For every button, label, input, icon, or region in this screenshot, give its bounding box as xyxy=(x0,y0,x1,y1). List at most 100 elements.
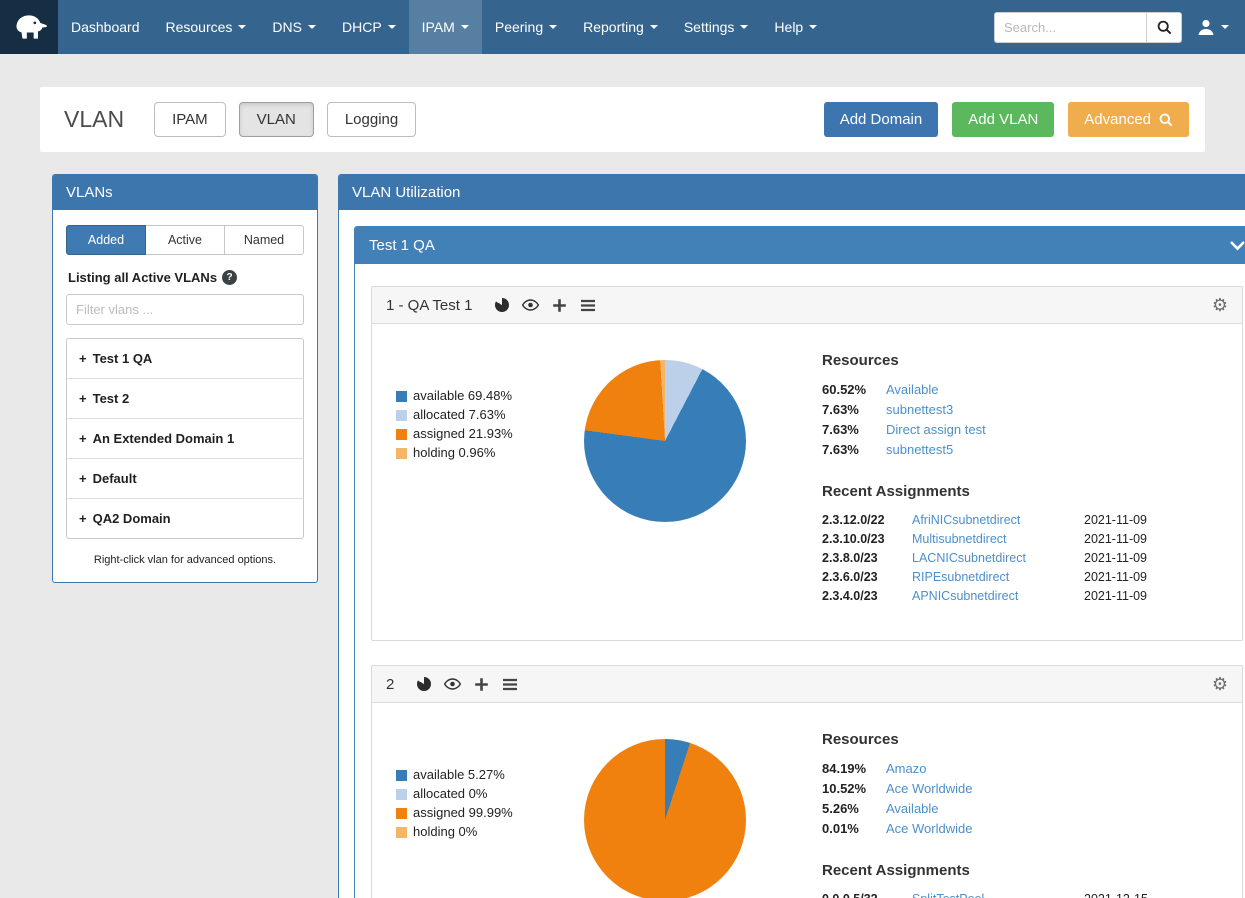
nav-help[interactable]: Help xyxy=(761,0,830,54)
resource-link[interactable]: subnettest3 xyxy=(886,402,953,417)
toggle-active[interactable]: Active xyxy=(146,225,225,255)
legend-label: available 69.48% xyxy=(413,388,512,404)
domain-header-test1qa[interactable]: Test 1 QA xyxy=(355,227,1245,264)
vlan-utilization-header: VLAN Utilization xyxy=(339,175,1245,210)
legend-item-available: available 5.27% xyxy=(396,767,584,783)
resources-column: Resources 84.19%Amazo 10.52%Ace Worldwid… xyxy=(822,731,1222,898)
plus-icon[interactable] xyxy=(552,298,567,313)
resource-percent: 0.01% xyxy=(822,821,886,836)
assignment-link[interactable]: AfriNICsubnetdirect xyxy=(912,513,1020,527)
toggle-added[interactable]: Added xyxy=(66,225,146,255)
caret-down-icon xyxy=(809,25,817,29)
assignment-cidr: 2.3.4.0/23 xyxy=(822,589,912,603)
gear-icon[interactable]: ⚙ xyxy=(1212,296,1228,314)
nav-dns[interactable]: DNS xyxy=(259,0,329,54)
nav-settings[interactable]: Settings xyxy=(671,0,762,54)
menu-icon[interactable] xyxy=(580,299,596,312)
resource-link[interactable]: Ace Worldwide xyxy=(886,781,972,796)
plus-icon[interactable] xyxy=(474,677,489,692)
assignment-link[interactable]: SplitTestPool xyxy=(912,892,984,898)
search-icon xyxy=(1157,20,1172,35)
resource-row: 5.26%Available xyxy=(822,801,1222,816)
user-menu[interactable] xyxy=(1182,0,1245,54)
caret-down-icon xyxy=(388,25,396,29)
assignment-date: 2021-11-09 xyxy=(1084,532,1164,546)
nav-label: IPAM xyxy=(422,0,455,54)
vlan-list-item-extended-domain-1[interactable]: +An Extended Domain 1 xyxy=(67,419,303,459)
search-input[interactable] xyxy=(994,12,1146,43)
nav-dhcp[interactable]: DHCP xyxy=(329,0,409,54)
pie-chart-icon[interactable] xyxy=(417,677,431,691)
add-vlan-button[interactable]: Add VLAN xyxy=(952,102,1054,137)
resource-link[interactable]: Ace Worldwide xyxy=(886,821,972,836)
navbar: Dashboard Resources DNS DHCP IPAM Peerin… xyxy=(0,0,1245,54)
eye-icon[interactable] xyxy=(444,678,461,690)
toggle-named[interactable]: Named xyxy=(225,225,304,255)
recent-assignments-heading: Recent Assignments xyxy=(822,862,1222,879)
resource-link[interactable]: Available xyxy=(886,801,939,816)
vlan-list: +Test 1 QA +Test 2 +An Extended Domain 1… xyxy=(66,338,304,539)
chevron-down-icon[interactable] xyxy=(1230,241,1245,251)
assignment-date: 2021-12-15 xyxy=(1084,892,1164,898)
assignment-link[interactable]: APNICsubnetdirect xyxy=(912,589,1018,603)
resource-link[interactable]: Available xyxy=(886,382,939,397)
recent-assignments-heading: Recent Assignments xyxy=(822,483,1222,500)
listing-label: Listing all Active VLANs ? xyxy=(68,270,304,285)
vlan-list-item-test2[interactable]: +Test 2 xyxy=(67,379,303,419)
eye-icon[interactable] xyxy=(522,299,539,311)
resource-link[interactable]: Direct assign test xyxy=(886,422,986,437)
nav-resources[interactable]: Resources xyxy=(153,0,260,54)
vlan-name: Default xyxy=(93,471,137,486)
tab-ipam[interactable]: IPAM xyxy=(154,102,226,137)
elephant-icon xyxy=(9,7,49,47)
menu-icon[interactable] xyxy=(502,678,518,691)
vlan-section-2: 2 ⚙ available 5.27% allocated 0% assi xyxy=(371,665,1243,898)
legend-swatch xyxy=(396,391,407,402)
brand-logo[interactable] xyxy=(0,0,58,54)
legend-swatch xyxy=(396,808,407,819)
expand-icon: + xyxy=(79,471,87,486)
vlan-filter-toggle-group: Added Active Named xyxy=(66,225,304,255)
tab-logging[interactable]: Logging xyxy=(327,102,416,137)
vlan-filter-input[interactable] xyxy=(66,294,304,325)
resource-percent: 5.26% xyxy=(822,801,886,816)
assignment-link[interactable]: Multisubnetdirect xyxy=(912,532,1007,546)
legend-swatch xyxy=(396,448,407,459)
nav-peering[interactable]: Peering xyxy=(482,0,570,54)
nav-ipam[interactable]: IPAM xyxy=(409,0,482,54)
legend-label: allocated 0% xyxy=(413,786,487,802)
nav-dashboard[interactable]: Dashboard xyxy=(58,0,153,54)
advanced-button[interactable]: Advanced xyxy=(1068,102,1189,137)
assignment-row: 0.0.0.5/32SplitTestPool2021-12-15 xyxy=(822,892,1222,898)
resource-row: 7.63%Direct assign test xyxy=(822,422,1222,437)
add-domain-button[interactable]: Add Domain xyxy=(824,102,939,137)
domain-title: Test 1 QA xyxy=(369,237,435,254)
search-button[interactable] xyxy=(1146,12,1182,43)
assignment-link[interactable]: RIPEsubnetdirect xyxy=(912,570,1009,584)
nav-label: Resources xyxy=(166,0,233,54)
nav-reporting[interactable]: Reporting xyxy=(570,0,671,54)
tab-vlan[interactable]: VLAN xyxy=(239,102,314,137)
assignment-row: 2.3.8.0/23LACNICsubnetdirect2021-11-09 xyxy=(822,551,1222,565)
assignment-link[interactable]: LACNICsubnetdirect xyxy=(912,551,1026,565)
resource-percent: 7.63% xyxy=(822,422,886,437)
pie-chart-icon[interactable] xyxy=(495,298,509,312)
chart-legend: available 5.27% allocated 0% assigned 99… xyxy=(396,767,584,898)
resource-percent: 10.52% xyxy=(822,781,886,796)
caret-down-icon xyxy=(238,25,246,29)
vlan-list-item-default[interactable]: + Default xyxy=(67,459,303,499)
legend-swatch xyxy=(396,429,407,440)
resource-link[interactable]: Amazo xyxy=(886,761,926,776)
assignment-row: 2.3.12.0/22AfriNICsubnetdirect2021-11-09 xyxy=(822,513,1222,527)
vlan-list-item-qa2-domain[interactable]: +QA2 Domain xyxy=(67,499,303,538)
domain-panel-test1qa: Test 1 QA 1 - QA Test 1 ⚙ xyxy=(354,226,1245,898)
resource-link[interactable]: subnettest5 xyxy=(886,442,953,457)
resource-percent: 60.52% xyxy=(822,382,886,397)
caret-down-icon xyxy=(1221,25,1229,29)
vlan-list-item-test1qa[interactable]: +Test 1 QA xyxy=(67,339,303,379)
help-icon[interactable]: ? xyxy=(222,270,237,285)
legend-swatch xyxy=(396,789,407,800)
caret-down-icon xyxy=(308,25,316,29)
gear-icon[interactable]: ⚙ xyxy=(1212,675,1228,693)
assignment-cidr: 2.3.10.0/23 xyxy=(822,532,912,546)
